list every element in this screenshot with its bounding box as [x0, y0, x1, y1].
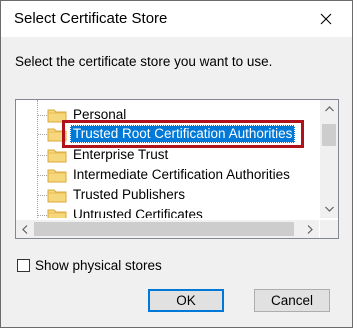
- close-button[interactable]: [304, 3, 348, 35]
- store-tree-item[interactable]: Enterprise Trust: [16, 145, 319, 165]
- scroll-up-button[interactable]: [320, 100, 338, 118]
- scroll-left-button[interactable]: [16, 220, 34, 238]
- select-certificate-store-dialog: Select Certificate Store Select the cert…: [0, 0, 353, 328]
- tree-connector-line: [38, 215, 47, 216]
- instruction-text: Select the certificate store you want to…: [15, 54, 273, 69]
- scroll-down-button[interactable]: [320, 200, 338, 218]
- folder-icon: [47, 128, 67, 142]
- vertical-scrollbar[interactable]: [320, 100, 338, 218]
- store-tree-item[interactable]: Trusted Root Certification Authorities: [16, 124, 319, 144]
- horizontal-scrollbar[interactable]: [16, 220, 319, 238]
- store-tree-item-label: Intermediate Certification Authorities: [73, 167, 290, 182]
- store-tree-item[interactable]: Personal: [16, 105, 319, 125]
- chevron-right-icon: [307, 224, 313, 234]
- store-tree-item-label: Personal: [73, 107, 127, 122]
- store-tree-item[interactable]: Intermediate Certification Authorities: [16, 165, 319, 185]
- store-tree-item[interactable]: Trusted Publishers: [16, 185, 319, 205]
- scrollbar-corner: [320, 220, 338, 238]
- folder-icon: [47, 149, 67, 163]
- close-icon: [320, 13, 332, 25]
- show-physical-stores-row[interactable]: Show physical stores: [17, 257, 162, 273]
- store-tree-item-label: Trusted Root Certification Authorities: [70, 125, 296, 143]
- show-physical-stores-checkbox[interactable]: [17, 258, 30, 272]
- tree-connector-line: [38, 175, 47, 176]
- chevron-left-icon: [22, 224, 28, 234]
- folder-icon: [47, 189, 67, 203]
- horizontal-scroll-thumb[interactable]: [34, 222, 294, 236]
- dialog-title: Select Certificate Store: [14, 10, 168, 27]
- store-tree-content: Personal Trusted Root Certification Autho…: [16, 100, 319, 218]
- tree-connector-line: [38, 195, 47, 196]
- tree-connector-line: [38, 115, 47, 116]
- scroll-right-button[interactable]: [301, 220, 319, 238]
- ok-button[interactable]: OK: [148, 289, 224, 312]
- store-tree-item-label: Untrusted Certificates: [73, 207, 203, 218]
- cancel-button[interactable]: Cancel: [254, 289, 330, 312]
- vertical-scroll-thumb[interactable]: [322, 124, 336, 146]
- chevron-down-icon: [324, 206, 334, 212]
- folder-icon: [47, 109, 67, 123]
- store-tree-view[interactable]: Personal Trusted Root Certification Autho…: [15, 99, 339, 239]
- show-physical-stores-label[interactable]: Show physical stores: [35, 258, 162, 273]
- tree-connector-line: [38, 134, 47, 135]
- chevron-up-icon: [324, 106, 334, 112]
- title-bar: Select Certificate Store: [1, 1, 352, 37]
- tree-connector-line: [38, 155, 47, 156]
- folder-icon: [47, 209, 67, 218]
- store-tree-item-label: Enterprise Trust: [73, 147, 169, 162]
- folder-icon: [47, 169, 67, 183]
- store-tree-item-label: Trusted Publishers: [73, 187, 186, 202]
- store-tree-item[interactable]: Untrusted Certificates: [16, 205, 319, 218]
